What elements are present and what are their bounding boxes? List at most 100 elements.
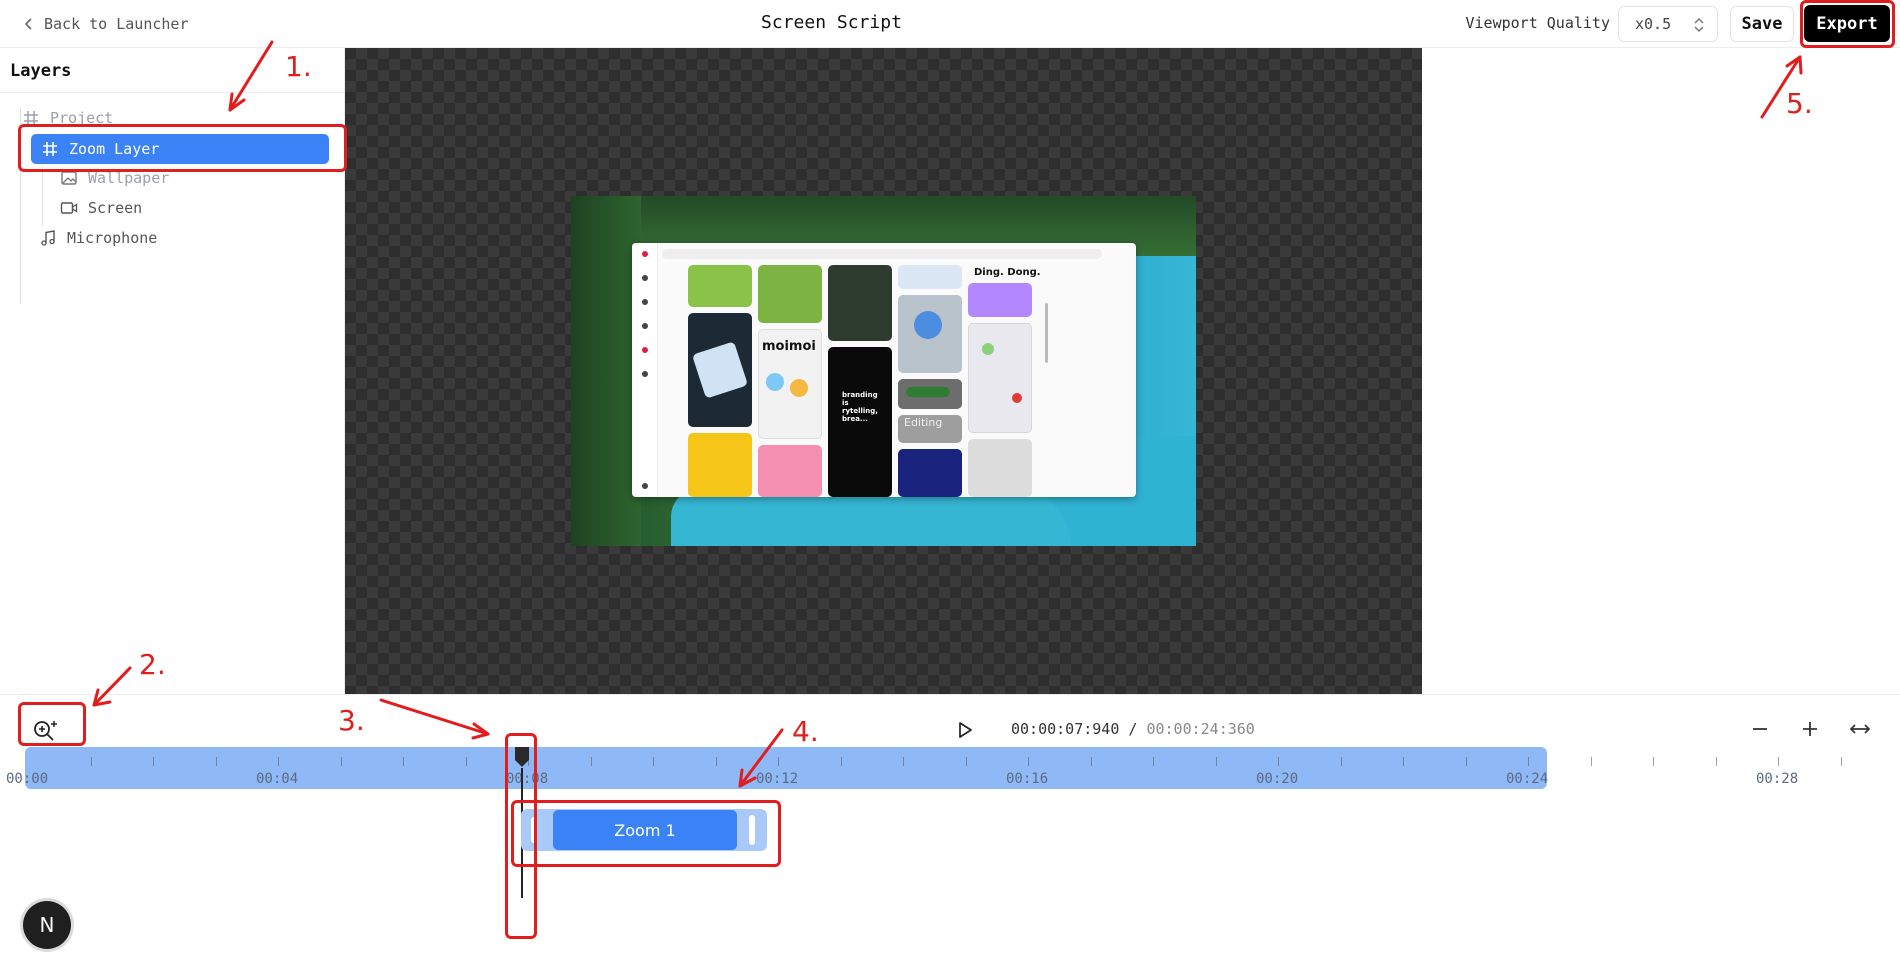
zoom-in-timeline-icon[interactable] (1798, 717, 1822, 741)
layers-panel: Layers Project Zoom Layer Wallpaper Scre… (0, 48, 345, 694)
pin-tile-graphic (906, 387, 950, 397)
tick-label: 00:08 (506, 771, 549, 787)
total-time: 00:00:24:360 (1146, 720, 1255, 738)
pin-tile-text: Ding. Dong. (974, 267, 1041, 278)
layer-item-label: Zoom Layer (69, 140, 160, 158)
fit-timeline-icon[interactable] (1848, 717, 1872, 741)
timeline-tick (840, 757, 842, 766)
pin-tile-text: Editing (904, 416, 943, 429)
time-separator: / (1128, 720, 1138, 738)
layer-item-zoom-layer[interactable]: Zoom Layer (31, 134, 329, 164)
tick-label: 00:20 (1256, 771, 1299, 787)
zoom-segment-track[interactable]: Zoom 1 (521, 809, 767, 851)
timeline-tick (903, 757, 904, 766)
layers-title: Layers (10, 61, 72, 81)
playhead-handle[interactable] (514, 746, 530, 768)
layer-item-project[interactable]: Project (22, 104, 113, 132)
pin-tile (898, 449, 962, 497)
timeline-tick (340, 757, 342, 766)
tick-label: 00:16 (1006, 771, 1049, 787)
tree-guide-line-nested (42, 166, 43, 226)
layer-item-microphone[interactable]: Microphone (39, 224, 157, 252)
recording-notification-icon (642, 347, 648, 353)
timeline-tick (215, 757, 217, 766)
preview-canvas[interactable]: moimoi branding is rytelling, brea... Ed… (345, 48, 1422, 694)
timeline-tick (1465, 757, 1467, 766)
timeline-tick (1090, 757, 1092, 766)
timeline-tick (590, 757, 592, 766)
timeline-tick (1778, 757, 1779, 766)
timeline-tick (1840, 757, 1842, 766)
pin-tile (688, 265, 752, 307)
hash-icon (24, 111, 38, 125)
layer-item-label: Screen (88, 199, 143, 217)
export-button[interactable]: Export (1804, 5, 1890, 42)
recording-create-icon (642, 323, 648, 329)
tick-label: 00:24 (1506, 771, 1549, 787)
timeline-tick (1653, 757, 1654, 766)
pin-tile-graphic (914, 311, 942, 339)
tick-label: 00:12 (756, 771, 799, 787)
zoom-out-timeline-icon[interactable] (1748, 717, 1772, 741)
timeline-tick (1340, 757, 1342, 766)
badge-letter: N (39, 913, 55, 937)
screen-recording-frame[interactable]: moimoi branding is rytelling, brea... Ed… (632, 243, 1136, 497)
tick-label: 00:00 (6, 771, 49, 787)
timeline-tick (653, 757, 654, 766)
recording-scrollbar (1045, 303, 1048, 363)
play-icon[interactable] (953, 719, 975, 741)
layer-item-label: Project (50, 109, 114, 127)
timeline-tick (1028, 757, 1029, 766)
pin-tile-graphic (766, 373, 784, 391)
timeline-tick (778, 757, 779, 766)
viewport-quality-select[interactable]: x0.5 (1618, 6, 1718, 42)
pin-tile-text: moimoi (762, 339, 816, 354)
next-logo-badge[interactable]: N (23, 901, 71, 949)
layer-item-label: Microphone (67, 229, 158, 247)
pin-tile (758, 445, 822, 497)
timeline-tick (1153, 757, 1154, 766)
pin-tile (968, 323, 1032, 433)
pin-tile (898, 265, 962, 289)
add-zoom-button[interactable] (24, 715, 64, 747)
chevron-up-down-icon (1694, 17, 1704, 33)
timeline-tick (715, 757, 717, 766)
recording-settings-icon (642, 483, 648, 489)
recording-sidebar (632, 243, 658, 497)
music-note-icon (41, 230, 55, 246)
timeline-tick (1715, 757, 1717, 766)
timeline-tick (1403, 757, 1404, 766)
layer-item-wallpaper[interactable]: Wallpaper (60, 164, 169, 192)
pin-tile-graphic (982, 343, 994, 355)
wallpaper-forest-left (571, 196, 641, 546)
save-button[interactable]: Save (1730, 6, 1794, 42)
zoom-segment-start-handle[interactable] (531, 817, 537, 843)
annotation-arrow-5 (1760, 55, 1802, 119)
timeline-tick (1528, 757, 1529, 766)
pin-tile-graphic (790, 379, 808, 397)
timeline-tick (153, 757, 154, 766)
time-readout: 00:00:07:940 / 00:00:24:360 (1011, 720, 1255, 738)
zoom-segment[interactable]: Zoom 1 (553, 810, 737, 850)
layer-item-screen[interactable]: Screen (60, 194, 142, 222)
recording-explore-icon (642, 299, 648, 305)
annotation-arrowhead-5 (1785, 55, 1803, 75)
tree-guide-line (20, 108, 21, 304)
pin-tile (828, 265, 892, 341)
recording-home-icon (642, 275, 648, 281)
zoom-in-plus-icon (34, 721, 57, 741)
viewport-quality-value: x0.5 (1635, 15, 1672, 33)
recording-logo-icon (642, 251, 648, 257)
timeline-tick (465, 757, 467, 766)
wallpaper-preview: moimoi branding is rytelling, brea... Ed… (571, 196, 1196, 546)
top-bar: Back to Launcher Screen Script Viewport … (0, 0, 1900, 48)
pin-tile (688, 433, 752, 497)
pin-tile-graphic (1012, 393, 1022, 403)
timeline-tick (90, 757, 92, 766)
tick-label: 00:28 (1756, 771, 1799, 787)
timeline-tick (1215, 757, 1217, 766)
tick-label: 00:04 (256, 771, 299, 787)
zoom-segment-end-handle[interactable] (749, 815, 755, 845)
app-title: Screen Script (761, 12, 902, 33)
layers-divider (0, 92, 345, 93)
